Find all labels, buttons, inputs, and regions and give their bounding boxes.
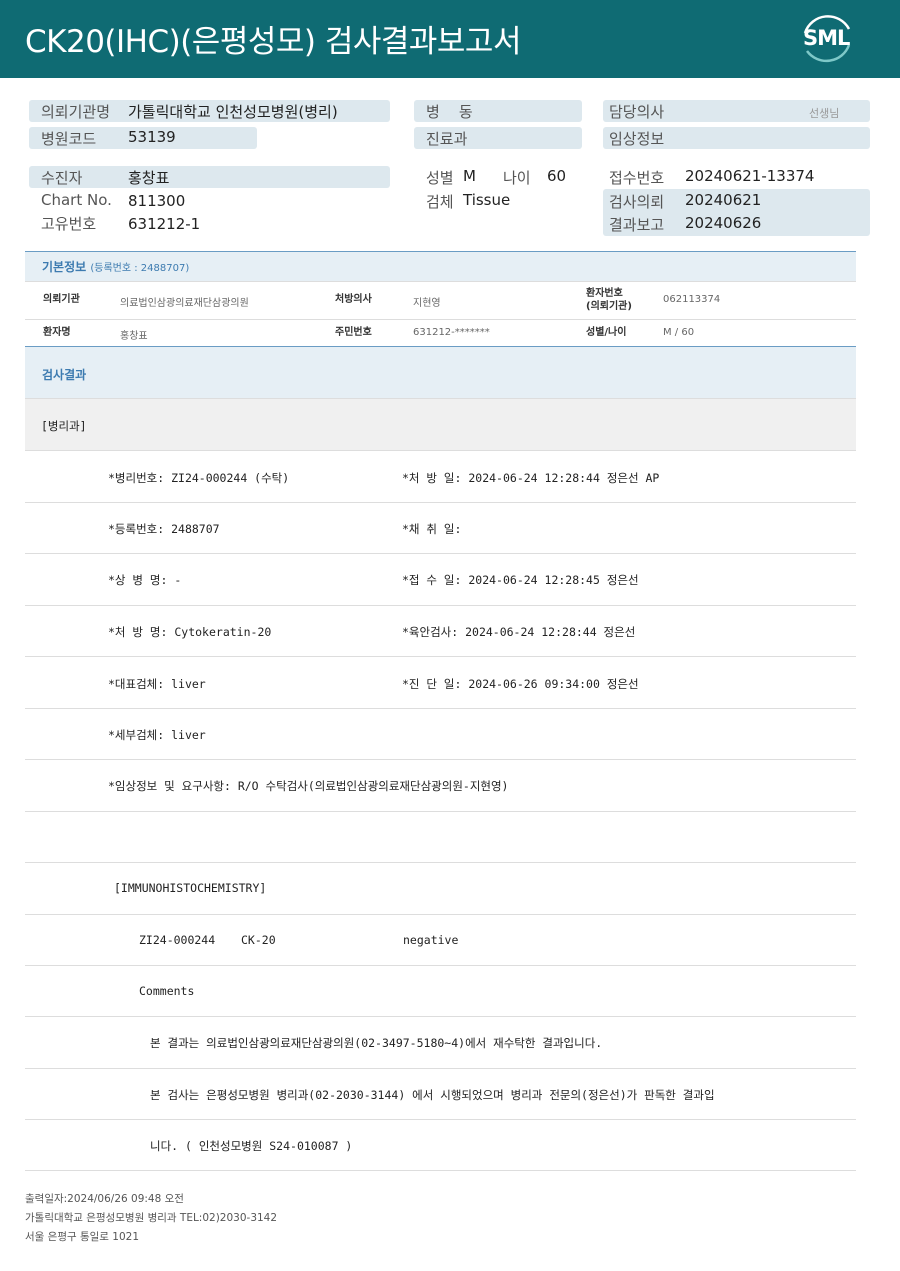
ihc-case: ZI24-000244 [139, 933, 216, 947]
request-date-label: 검사의뢰 [609, 193, 665, 211]
sml-logo: SML [797, 11, 857, 67]
pt-no-value: 062113374 [663, 294, 721, 305]
req-inst-label: 의뢰기관 [43, 294, 80, 305]
print-date: 출력일자:2024/06/26 09:48 오전 [25, 1193, 184, 1205]
age-value: 60 [547, 167, 567, 185]
chart-no-label: Chart No. [41, 191, 112, 209]
rrn-value: 631212-******* [413, 327, 490, 338]
divider [25, 811, 856, 812]
ihc-header: [IMMUNOHISTOCHEMISTRY] [114, 881, 267, 895]
divider [25, 553, 856, 554]
patient-value: 홍창표 [128, 169, 170, 187]
divider [25, 862, 856, 863]
request-date-value: 20240621 [685, 191, 762, 209]
rep-specimen: *대표검체: liver [108, 677, 206, 691]
divider [25, 914, 856, 915]
sub-specimen: *세부검체: liver [108, 728, 206, 742]
hospital-code-label: 병원코드 [41, 130, 97, 148]
report-title: CK20(IHC)(은평성모) 검사결과보고서 [25, 24, 521, 60]
age-label: 나이 [503, 169, 531, 187]
sex-label: 성별 [426, 169, 454, 187]
logo-text: SML [803, 26, 850, 50]
institution-label: 의뢰기관명 [41, 103, 111, 121]
reg-no: *등록번호: 2488707 [108, 522, 220, 536]
divider [25, 1119, 856, 1120]
specimen-label: 검체 [426, 193, 454, 211]
divider [25, 1016, 856, 1017]
ihc-result: negative [403, 933, 459, 947]
gross-exam: *육안검사: 2024-06-24 12:28:44 정은선 [402, 625, 636, 639]
pt-name-value: 홍창표 [120, 331, 148, 342]
specimen-value: Tissue [463, 191, 511, 209]
req-inst-value: 의료법인삼광의료재단삼광의원 [120, 298, 249, 309]
results-title: 검사결과 [42, 368, 87, 382]
divider [25, 656, 856, 657]
diag-date: *진 단 일: 2024-06-26 09:34:00 정은선 [402, 677, 639, 691]
address: 서울 은평구 통일로 1021 [25, 1231, 140, 1243]
divider [25, 605, 856, 606]
divider [25, 1068, 856, 1069]
receipt-no-value: 20240621-13374 [685, 167, 815, 185]
divider [25, 319, 856, 320]
institution-value: 가톨릭대학교 인천성모병원(병리) [128, 103, 338, 121]
divider [25, 965, 856, 966]
disease-name: *상 병 명: - [108, 573, 182, 587]
presc-date: *처 방 일: 2024-06-24 12:28:44 정은선 AP [402, 471, 660, 485]
collect-date: *채 취 일: [402, 522, 462, 536]
comments-label: Comments [139, 984, 195, 998]
patient-pill [29, 166, 390, 188]
unique-no-label: 고유번호 [41, 215, 97, 233]
pt-name-label: 환자명 [43, 327, 71, 338]
divider [25, 759, 856, 760]
comment-line-3: 니다. ( 인천성모병원 S24-010087 ) [150, 1139, 353, 1153]
doctor-label: 담당의사 [609, 103, 665, 121]
receipt-no-label: 접수번호 [609, 169, 665, 187]
department-label: 진료과 [426, 130, 468, 148]
dept-label: [병리과] [41, 419, 87, 433]
unique-no-value: 631212-1 [128, 215, 201, 233]
ward-label: 병 동 [426, 103, 473, 121]
rrn-label: 주민번호 [335, 327, 372, 338]
dept-contact: 가톨릭대학교 은평성모병원 병리과 TEL:02)2030-3142 [25, 1212, 278, 1224]
presc-doctor-label: 처방의사 [335, 294, 372, 305]
presc-doctor-value: 지현영 [413, 298, 441, 309]
pt-no-label-1: 환자번호 [586, 288, 623, 299]
divider [25, 450, 856, 451]
pt-no-label-2: (의뢰기관) [586, 301, 632, 312]
report-date-label: 결과보고 [609, 216, 665, 234]
divider [25, 708, 856, 709]
report-header: CK20(IHC)(은평성모) 검사결과보고서 SML [0, 0, 900, 78]
results-bar [25, 347, 856, 398]
hospital-code-value: 53139 [128, 128, 176, 146]
presc-name: *처 방 명: Cytokeratin-20 [108, 625, 272, 639]
doctor-suffix: 선생님 [809, 107, 840, 120]
clinical-info-label: 임상정보 [609, 130, 665, 148]
chart-no-value: 811300 [128, 192, 186, 210]
divider [25, 1170, 856, 1171]
basic-info-reg: (등록번호 : 2488707) [90, 263, 190, 274]
receipt-date: *접 수 일: 2024-06-24 12:28:45 정은선 [402, 573, 639, 587]
sex-value: M [463, 167, 476, 185]
report-date-value: 20240626 [685, 214, 762, 232]
divider [25, 281, 856, 282]
basic-info-title-text: 기본정보 [42, 260, 87, 274]
comment-line-2: 본 검사는 은평성모병원 병리과(02-2030-3144) 에서 시행되었으며… [150, 1088, 715, 1102]
dept-row [25, 399, 856, 450]
sex-age-value: M / 60 [663, 327, 695, 338]
comment-line-1: 본 결과는 의료법인삼광의료재단삼광의원(02-3497-5180~4)에서 재… [150, 1036, 603, 1050]
ihc-marker: CK-20 [241, 933, 276, 947]
path-no: *병리번호: ZI24-000244 (수탁) [108, 471, 290, 485]
patient-label: 수진자 [41, 169, 83, 187]
basic-info-title: 기본정보 (등록번호 : 2488707) [42, 258, 189, 275]
clinical-request: *임상정보 및 요구사항: R/O 수탁검사(의료법인삼광의료재단삼광의원-지현… [108, 779, 509, 793]
sex-age-label: 성별/나이 [586, 327, 627, 338]
divider [25, 502, 856, 503]
